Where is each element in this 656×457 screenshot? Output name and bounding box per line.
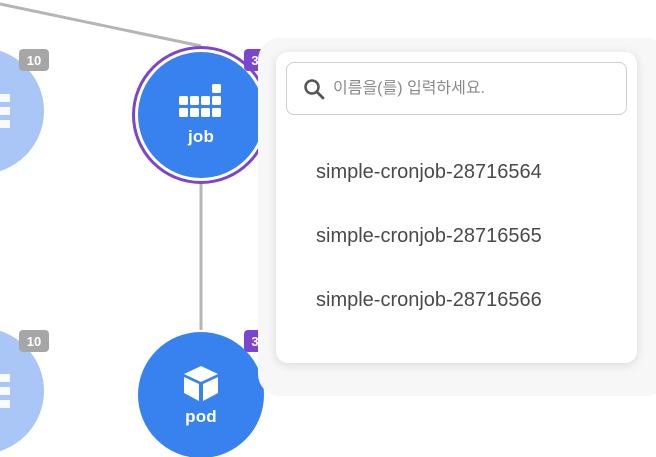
node-instance-popup: simple-cronjob-28716564 simple-cronjob-2… — [276, 52, 637, 363]
node-icon-partial — [0, 374, 10, 408]
node-count-badge: 10 — [19, 330, 49, 352]
instance-list: simple-cronjob-28716564 simple-cronjob-2… — [276, 140, 637, 332]
list-item[interactable]: simple-cronjob-28716565 — [276, 204, 637, 268]
search-input[interactable] — [333, 79, 613, 98]
edge-top-to-job — [0, 2, 202, 48]
list-item[interactable]: simple-cronjob-28716564 — [276, 140, 637, 204]
search-icon — [304, 78, 325, 99]
node-label: pod — [185, 407, 217, 426]
node-count-badge: 10 — [19, 49, 49, 71]
grid-blocks-icon — [179, 84, 221, 117]
cube-icon — [184, 366, 218, 401]
node-icon-partial — [0, 94, 10, 128]
search-box[interactable] — [286, 62, 627, 115]
job-node[interactable]: job — [138, 52, 264, 178]
graph-canvas[interactable]: 10 10 job 3 pod 3 이름을(를) 입력하세요. simple-c… — [0, 0, 656, 457]
node-label: job — [187, 127, 215, 146]
list-item[interactable]: simple-cronjob-28716566 — [276, 268, 637, 332]
